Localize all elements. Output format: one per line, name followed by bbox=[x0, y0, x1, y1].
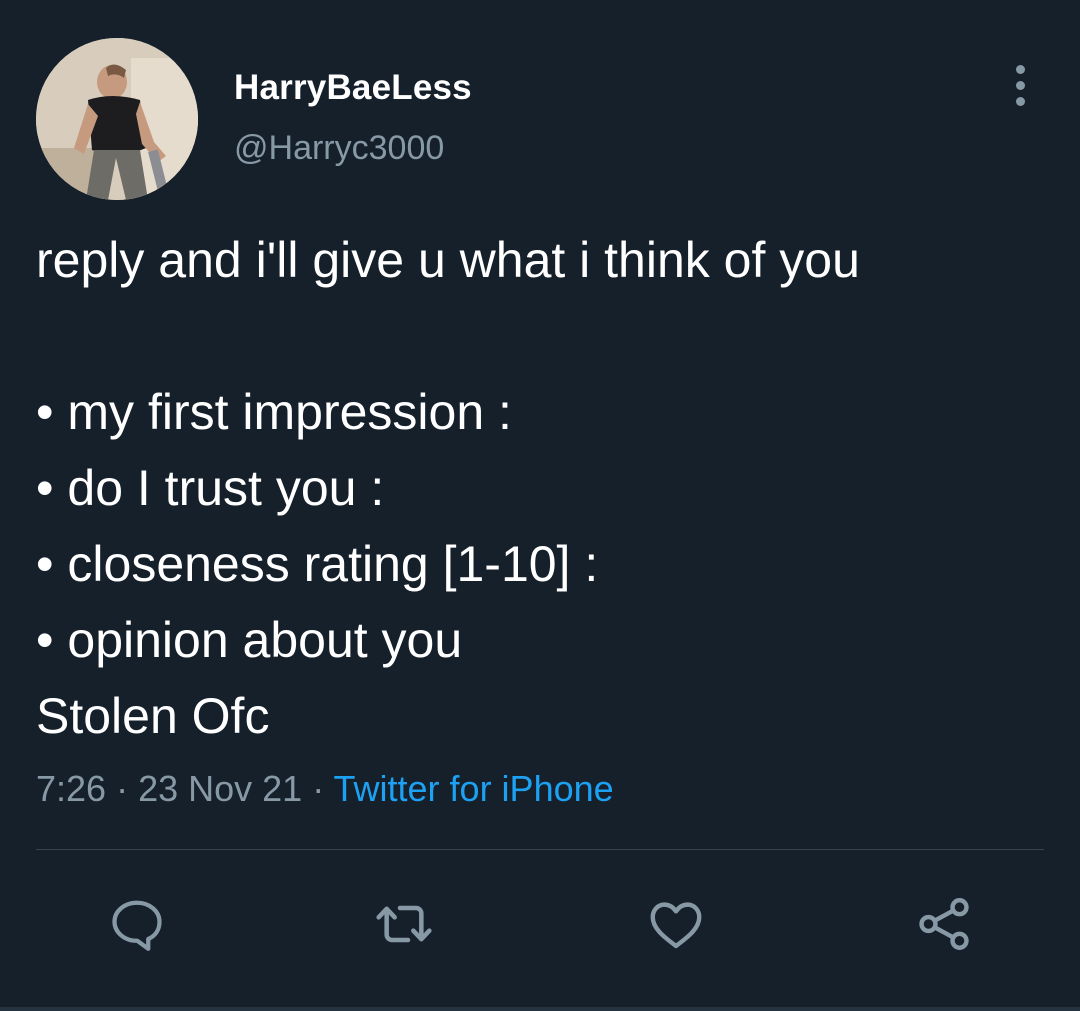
tweet-detail: HarryBaeLess @Harryc3000 reply and i'll … bbox=[0, 0, 1080, 1011]
meta-separator: · bbox=[302, 768, 334, 809]
retweet-button[interactable] bbox=[372, 892, 436, 956]
more-vertical-icon-dot bbox=[1015, 96, 1025, 106]
more-vertical-icon bbox=[1015, 64, 1025, 74]
tweet-line: reply and i'll give u what i think of yo… bbox=[36, 232, 860, 288]
tweet-date[interactable]: 23 Nov 21 bbox=[138, 768, 302, 809]
avatar-photo bbox=[36, 38, 198, 200]
tweet-line: • do I trust you : bbox=[36, 460, 385, 516]
tweet-line: • my first impression : bbox=[36, 384, 512, 440]
heart-icon bbox=[650, 902, 702, 949]
like-button[interactable] bbox=[644, 892, 708, 956]
tweet-line: • closeness rating [1-10] : bbox=[36, 536, 599, 592]
share-icon bbox=[919, 898, 969, 950]
more-options-button[interactable] bbox=[1000, 60, 1040, 110]
reply-icon bbox=[112, 900, 162, 951]
share-button[interactable] bbox=[912, 892, 976, 956]
tweet-line: • opinion about you bbox=[36, 612, 463, 668]
retweet-icon bbox=[376, 905, 432, 943]
divider bbox=[36, 849, 1044, 850]
tweet-time[interactable]: 7:26 bbox=[36, 768, 106, 809]
user-handle[interactable]: @Harryc3000 bbox=[234, 126, 444, 170]
avatar[interactable] bbox=[36, 38, 198, 200]
reply-button[interactable] bbox=[105, 892, 169, 956]
more-vertical-icon-dot bbox=[1015, 80, 1025, 90]
tweet-source-link[interactable]: Twitter for iPhone bbox=[334, 768, 614, 809]
display-name[interactable]: HarryBaeLess bbox=[234, 66, 472, 110]
tweet-text: reply and i'll give u what i think of yo… bbox=[36, 222, 1046, 754]
meta-separator: · bbox=[106, 768, 139, 809]
bottom-divider bbox=[0, 1007, 1080, 1011]
tweet-meta: 7:26 · 23 Nov 21 · Twitter for iPhone bbox=[36, 766, 614, 812]
tweet-line: Stolen Ofc bbox=[36, 688, 270, 744]
